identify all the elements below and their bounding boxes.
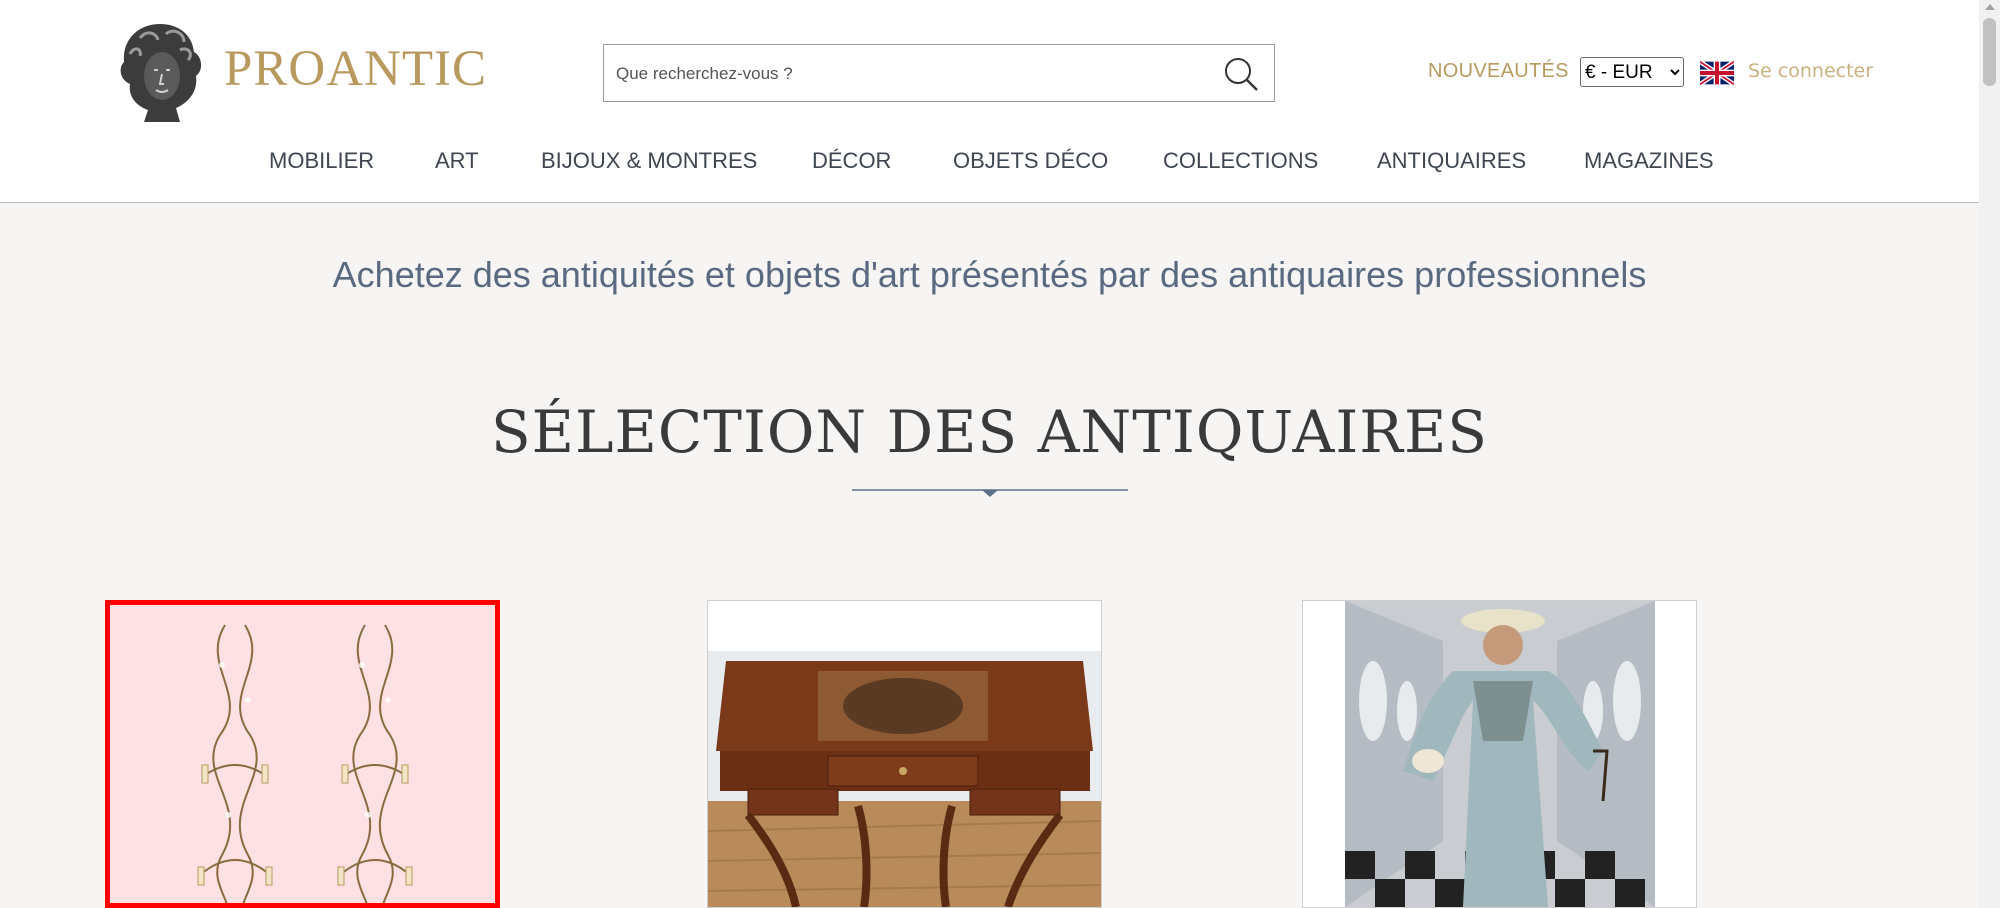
product-card-dressing-table[interactable]	[707, 600, 1102, 908]
page-scrollbar[interactable]	[1979, 0, 2000, 908]
scroll-thumb[interactable]	[1983, 18, 1996, 86]
nav-item-magazines[interactable]: MAGAZINES	[1584, 148, 1714, 174]
tagline: Achetez des antiquités et objets d'art p…	[332, 254, 1647, 295]
product-image-chandeliers	[110, 605, 495, 903]
product-image-figure	[1303, 601, 1696, 907]
product-image-dressing-table	[708, 601, 1101, 907]
currency-select[interactable]: € - EUR	[1580, 57, 1684, 87]
product-card-figure[interactable]	[1302, 600, 1697, 908]
scroll-up-arrow-icon[interactable]	[1985, 4, 1995, 10]
search-icon[interactable]	[1222, 55, 1260, 93]
product-card-chandeliers[interactable]	[105, 600, 500, 908]
main-nav: MOBILIER ART BIJOUX & MONTRES DÉCOR OBJE…	[0, 148, 1979, 178]
section-title: SÉLECTION DES ANTIQUAIRES	[490, 398, 1489, 466]
nav-item-bijoux-montres[interactable]: BIJOUX & MONTRES	[541, 148, 757, 174]
nav-item-antiquaires[interactable]: ANTIQUAIRES	[1377, 148, 1526, 174]
nav-item-decor[interactable]: DÉCOR	[812, 148, 891, 174]
nav-item-art[interactable]: ART	[435, 148, 479, 174]
title-divider	[852, 489, 1128, 497]
nav-item-mobilier[interactable]: MOBILIER	[269, 148, 374, 174]
bust-logo-icon[interactable]	[110, 20, 210, 124]
nav-item-objets-deco[interactable]: OBJETS DÉCO	[953, 148, 1108, 174]
login-link[interactable]: Se connecter	[1748, 60, 1873, 82]
nav-item-collections[interactable]: COLLECTIONS	[1163, 148, 1318, 174]
site-header: PROANTIC NOUVEAUTÉS € - EUR Se connecter…	[0, 0, 1979, 203]
brand-name[interactable]: PROANTIC	[224, 40, 487, 98]
search-input[interactable]	[614, 45, 1198, 103]
nouveautes-link[interactable]: NOUVEAUTÉS	[1428, 60, 1569, 83]
search-box	[603, 44, 1275, 103]
uk-flag-icon[interactable]	[1700, 61, 1734, 85]
